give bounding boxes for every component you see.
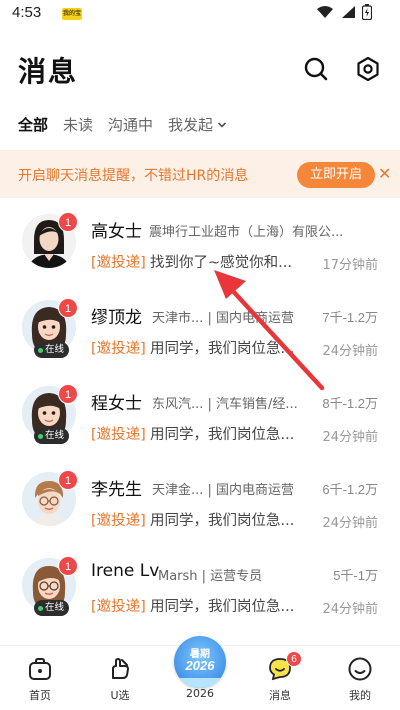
conversation-item[interactable]: 1 在线 缪顶龙 天津市... | 国内电商运营 7千-1.2万 [邀投递] 用…	[0, 290, 400, 376]
invite-tag: [邀投递]	[91, 255, 146, 271]
company-info: Marsh | 运营专员	[158, 569, 263, 584]
tab-label: 我发起	[168, 116, 214, 134]
unread-badge: 1	[58, 470, 78, 490]
online-dot-icon	[38, 433, 43, 439]
nav-label: 我的	[349, 689, 371, 702]
company-info: 震坤行工业超市（上海）有限公...	[149, 225, 344, 240]
message-filter-tabs: 全部 未读 沟通中 我发起	[18, 114, 242, 135]
nav-label: 首页	[29, 689, 51, 702]
nav-u-select[interactable]: U选	[90, 646, 150, 706]
signal-icon	[342, 6, 355, 18]
unread-badge: 1	[58, 384, 78, 404]
nav-home[interactable]: 首页	[10, 646, 70, 706]
profile-face-icon	[348, 657, 372, 681]
tab-communicating[interactable]: 沟通中	[108, 114, 153, 135]
nav-unread-badge: 6	[286, 651, 302, 667]
contact-name: 缪顶龙	[91, 308, 142, 328]
conversation-item[interactable]: 1 李先生 天津金... | 国内电商运营 6千-1.2万 [邀投递] 用同学，…	[0, 462, 400, 548]
nav-2026[interactable]: 2026	[170, 646, 230, 706]
message-preview: 用同学，我们岗位急...	[150, 599, 295, 615]
online-dot-icon	[38, 605, 43, 611]
status-icons	[316, 4, 372, 20]
online-status-badge: 在线	[34, 428, 70, 444]
page-title: 消息	[18, 55, 79, 88]
battery-icon	[362, 4, 372, 20]
enable-now-button[interactable]: 立即开启	[297, 162, 375, 188]
online-label: 在线	[45, 430, 65, 441]
company-info: 东风汽... | 汽车销售/经...	[152, 397, 298, 412]
invite-tag: [邀投递]	[91, 513, 146, 529]
salary-range: 6千-1.2万	[322, 482, 378, 497]
invite-tag: [邀投递]	[91, 341, 146, 357]
message-time: 17分钟前	[322, 258, 378, 273]
search-button[interactable]	[303, 56, 329, 82]
contact-name: 李先生	[91, 480, 142, 500]
message-time: 24分钟前	[322, 430, 378, 445]
tab-label: 全部	[18, 116, 49, 134]
app-notification-icon: 我的宝	[62, 8, 82, 20]
tab-initiated-by-me[interactable]: 我发起	[168, 114, 227, 135]
contact-name: 高女士	[91, 222, 142, 242]
nav-label: 消息	[269, 689, 291, 702]
message-time: 24分钟前	[322, 516, 378, 531]
message-preview: 用同学，我们岗位急...	[150, 427, 295, 443]
chevron-down-icon	[217, 121, 227, 128]
message-preview: 用同学，我们岗位急...	[150, 341, 295, 357]
message-preview: 用同学，我们岗位急...	[150, 513, 295, 529]
bottom-navigation: 首页 U选 暑期 2026 2026 6 消息 我的	[0, 636, 400, 710]
salary-range: 8千-1.2万	[322, 396, 378, 411]
hand-heart-icon	[112, 658, 129, 679]
tab-label: 未读	[63, 116, 94, 134]
close-icon[interactable]: ✕	[378, 165, 391, 183]
invite-tag: [邀投递]	[91, 427, 146, 443]
nav-label: U选	[110, 689, 130, 702]
unread-badge: 1	[58, 298, 78, 318]
salary-range: 7千-1.2万	[322, 310, 378, 325]
online-label: 在线	[45, 602, 65, 613]
conversation-item[interactable]: 1 高女士 震坤行工业超市（上海）有限公... [邀投递] 找到你了~感觉你和.…	[0, 204, 400, 290]
message-time: 24分钟前	[322, 344, 378, 359]
online-dot-icon	[38, 347, 43, 353]
nav-profile[interactable]: 我的	[330, 646, 390, 706]
message-preview: 找到你了~感觉你和...	[150, 255, 292, 271]
company-info: 天津市... | 国内电商运营	[152, 311, 295, 326]
notification-banner: 开启聊天消息提醒，不错过HR的消息 立即开启 ✕	[0, 150, 400, 198]
wifi-icon	[317, 6, 333, 18]
unread-badge: 1	[58, 212, 78, 232]
tab-unread[interactable]: 未读	[63, 114, 93, 135]
banner-text: 开启聊天消息提醒，不错过HR的消息	[18, 168, 249, 184]
nav-label: 2026	[186, 687, 214, 700]
contact-name: 程女士	[91, 394, 142, 414]
message-time: 24分钟前	[322, 602, 378, 617]
search-icon	[304, 57, 328, 81]
settings-hexagon-icon	[357, 56, 379, 82]
settings-button[interactable]	[355, 56, 381, 82]
invite-tag: [邀投递]	[91, 599, 146, 615]
online-status-badge: 在线	[34, 342, 70, 358]
conversation-item[interactable]: 1 在线 Irene Lv Marsh | 运营专员 5千-1万 [邀投递] 用…	[0, 548, 400, 634]
company-info: 天津金... | 国内电商运营	[152, 483, 295, 498]
online-label: 在线	[45, 344, 65, 355]
salary-range: 5千-1万	[333, 568, 378, 583]
tab-all[interactable]: 全部	[18, 114, 48, 135]
status-time: 4:53	[12, 4, 42, 21]
home-bag-icon	[29, 658, 51, 680]
online-status-badge: 在线	[34, 600, 70, 616]
tab-label: 沟通中	[108, 116, 154, 134]
contact-name: Irene Lv	[91, 561, 160, 581]
nav-messages[interactable]: 6 消息	[250, 646, 310, 706]
unread-badge: 1	[58, 556, 78, 576]
conversation-item[interactable]: 1 在线 程女士 东风汽... | 汽车销售/经... 8千-1.2万 [邀投递…	[0, 376, 400, 462]
status-bar: 4:53 我的宝	[0, 0, 400, 28]
